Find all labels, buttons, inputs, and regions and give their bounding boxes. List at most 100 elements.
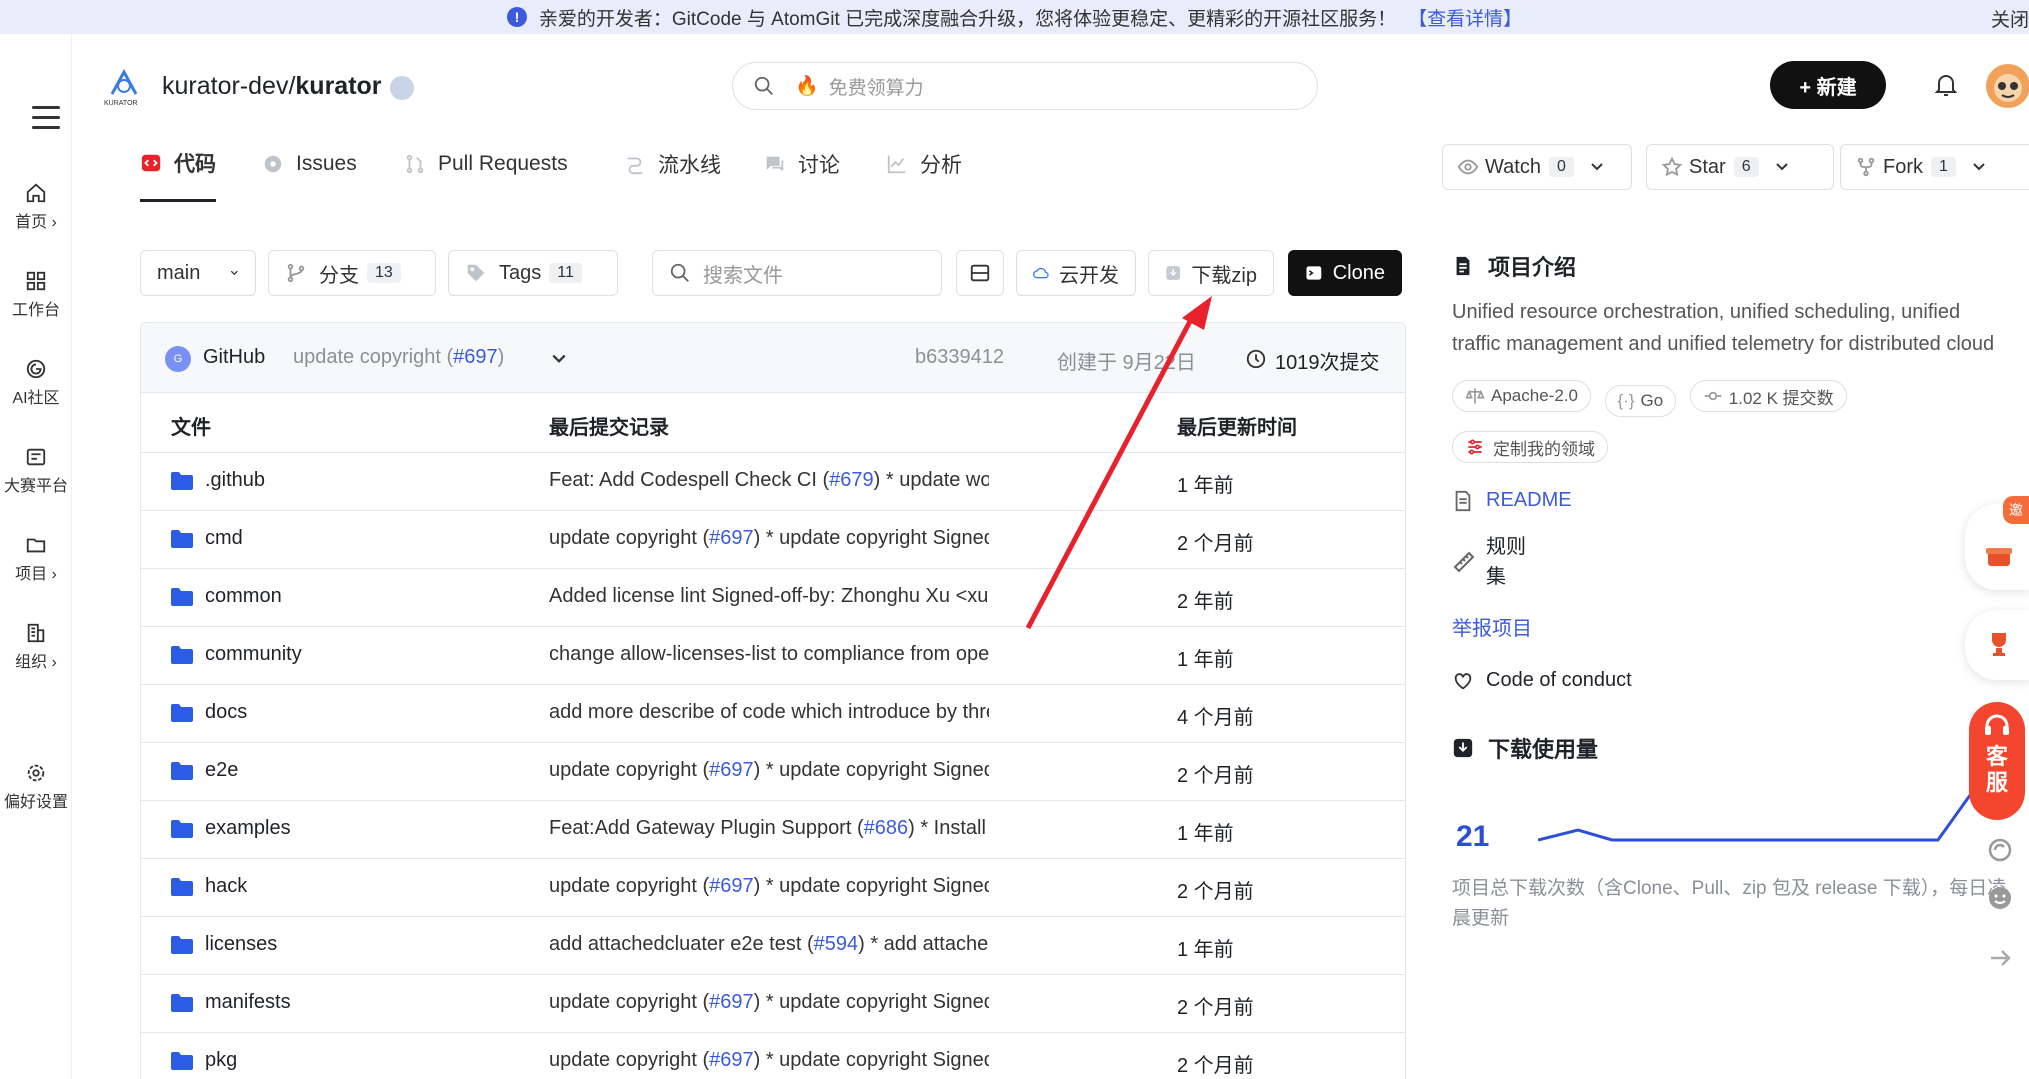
invite-widget[interactable]: 邀 — [1965, 496, 2029, 590]
download-zip-button[interactable]: 下载zip — [1148, 250, 1274, 296]
smile-icon[interactable] — [1986, 884, 2014, 912]
tab-analytics[interactable]: 分析 — [886, 126, 962, 202]
bell-icon[interactable] — [1934, 72, 1958, 98]
commit-count[interactable]: 1019次提交 — [1275, 346, 1380, 375]
trophy-widget[interactable] — [1965, 610, 2029, 680]
clone-button[interactable]: Clone — [1288, 250, 1402, 296]
commit-pr-link[interactable]: #679 — [829, 469, 874, 491]
commit-author-avatar[interactable]: G — [165, 346, 191, 372]
chevron-down-icon[interactable] — [1775, 160, 1789, 174]
tab-pull-requests[interactable]: Pull Requests — [404, 126, 568, 202]
commit-pr-link[interactable]: #697 — [453, 346, 498, 368]
file-commit-message[interactable]: Feat: Add Codespell Check CI (#679) * up… — [549, 469, 989, 492]
file-commit-message[interactable]: update copyright (#697) * update copyrig… — [549, 991, 989, 1014]
table-row[interactable]: examples Feat:Add Gateway Plugin Support … — [141, 801, 1405, 859]
commit-pr-link[interactable]: #697 — [709, 527, 754, 549]
nav-item-preferences[interactable]: 偏好设置 — [0, 762, 72, 812]
file-commit-message[interactable]: update copyright (#697) * update copyrig… — [549, 875, 989, 898]
branches-button[interactable]: 分支 13 — [268, 250, 436, 296]
file-commit-message[interactable]: add more describe of code which introduc… — [549, 701, 989, 724]
nav-item-projects[interactable]: 项目 › — [0, 534, 72, 584]
new-button[interactable]: + 新建 — [1770, 61, 1886, 109]
commit-pr-link[interactable]: #697 — [709, 875, 754, 897]
repo-owner[interactable]: kurator-dev/ — [162, 72, 295, 100]
nav-item-workbench[interactable]: 工作台 — [0, 270, 72, 320]
table-row[interactable]: manifests update copyright (#697) * updat… — [141, 975, 1405, 1033]
file-name[interactable]: cmd — [205, 527, 243, 550]
menu-icon[interactable] — [32, 106, 60, 136]
file-name[interactable]: examples — [205, 817, 291, 840]
layout-toggle-button[interactable] — [956, 250, 1004, 296]
avatar[interactable] — [1986, 64, 2029, 108]
chevron-down-icon[interactable] — [1590, 160, 1604, 174]
tab-pipeline[interactable]: 流水线 — [624, 126, 721, 202]
chevron-down-icon[interactable] — [551, 351, 567, 367]
watch-button[interactable]: Watch 0 — [1442, 144, 1632, 190]
file-commit-message[interactable]: change allow-licenses-list to compliance… — [549, 643, 989, 666]
nav-item-org[interactable]: 组织 › — [0, 622, 72, 672]
table-row[interactable]: docs add more describe of code which intr… — [141, 685, 1405, 743]
file-name[interactable]: e2e — [205, 759, 238, 782]
tab-discussions[interactable]: 讨论 — [764, 126, 840, 202]
table-row[interactable]: licenses add attachedcluater e2e test (#5… — [141, 917, 1405, 975]
nav-item-ai-community[interactable]: AI社区 — [0, 358, 72, 408]
file-search-input[interactable]: 搜索文件 — [652, 250, 942, 296]
file-commit-message[interactable]: Added license lint Signed-off-by: Zhongh… — [549, 585, 989, 608]
file-name[interactable]: manifests — [205, 991, 291, 1014]
commit-author[interactable]: GitHub — [203, 346, 265, 369]
repo-name[interactable]: kurator — [295, 72, 381, 100]
table-row[interactable]: community change allow-licenses-list to c… — [141, 627, 1405, 685]
banner-details-link[interactable]: 【查看详情】 — [1408, 4, 1522, 31]
table-row[interactable]: pkg update copyright (#697) * update copy… — [141, 1033, 1405, 1079]
license-chip[interactable]: Apache-2.0 — [1452, 380, 1591, 412]
file-commit-message[interactable]: Feat:Add Gateway Plugin Support (#686) *… — [549, 817, 989, 840]
table-row[interactable]: cmd update copyright (#697) * update copy… — [141, 511, 1405, 569]
fork-button[interactable]: Fork 1 — [1840, 144, 2029, 190]
file-name[interactable]: hack — [205, 875, 247, 898]
tab-code[interactable]: 代码 — [140, 126, 216, 202]
table-row[interactable]: common Added license lint Signed-off-by: … — [141, 569, 1405, 627]
table-row[interactable]: e2e update copyright (#697) * update copy… — [141, 743, 1405, 801]
file-name[interactable]: community — [205, 643, 302, 666]
file-commit-message[interactable]: add attachedcluater e2e test (#594) * ad… — [549, 933, 989, 956]
refresh-icon[interactable] — [1986, 836, 2014, 864]
arrow-right-icon[interactable] — [1986, 944, 2014, 972]
commit-message[interactable]: update copyright (#697) — [293, 346, 504, 369]
file-commit-message[interactable]: update copyright (#697) * update copyrig… — [549, 1049, 989, 1072]
customize-domain-chip[interactable]: 定制我的领域 — [1452, 431, 1608, 463]
file-name[interactable]: common — [205, 585, 282, 608]
table-row[interactable]: hack update copyright (#697) * update cop… — [141, 859, 1405, 917]
branch-select[interactable]: main — [140, 250, 256, 296]
commit-pr-link[interactable]: #697 — [709, 991, 754, 1013]
rules-link[interactable]: 规则 集 — [1452, 532, 2012, 592]
language-chip[interactable]: {·} Go — [1604, 385, 1677, 417]
file-name[interactable]: pkg — [205, 1049, 237, 1072]
file-name[interactable]: .github — [205, 469, 265, 492]
star-button[interactable]: Star 6 — [1646, 144, 1834, 190]
file-name[interactable]: licenses — [205, 933, 277, 956]
readme-link[interactable]: README — [1452, 489, 2012, 512]
cloud-dev-button[interactable]: 云开发 — [1016, 250, 1136, 296]
tags-button[interactable]: Tags 11 — [448, 250, 618, 296]
commits-chip[interactable]: 1.02 K 提交数 — [1689, 380, 1847, 412]
nav-item-home[interactable]: 首页 › — [0, 182, 72, 232]
repo-title[interactable]: kurator-dev/kurator — [162, 72, 382, 101]
commit-pr-link[interactable]: #594 — [814, 933, 859, 955]
code-of-conduct-link[interactable]: Code of conduct — [1452, 669, 2012, 692]
customer-service-button[interactable]: 客 服 — [1969, 702, 2025, 820]
commit-pr-link[interactable]: #697 — [709, 1049, 754, 1071]
tab-issues[interactable]: Issues — [262, 126, 357, 202]
commit-hash[interactable]: b6339412 — [915, 346, 1004, 369]
report-link[interactable]: 举报项目 — [1452, 612, 2012, 641]
file-commit-message[interactable]: update copyright (#697) * update copyrig… — [549, 759, 989, 782]
global-search[interactable]: 🔥 免费领算力 — [732, 62, 1318, 110]
commit-pr-link[interactable]: #686 — [864, 817, 909, 839]
file-commit-message[interactable]: update copyright (#697) * update copyrig… — [549, 527, 989, 550]
banner-close-button[interactable]: 关闭 — [1991, 5, 2029, 32]
repo-logo[interactable]: KURATOR — [102, 64, 146, 108]
chevron-down-icon[interactable] — [1972, 160, 1986, 174]
file-name[interactable]: docs — [205, 701, 247, 724]
table-row[interactable]: .github Feat: Add Codespell Check CI (#67… — [141, 453, 1405, 511]
commit-pr-link[interactable]: #697 — [709, 759, 754, 781]
nav-item-contest[interactable]: 大赛平台 — [0, 446, 72, 496]
